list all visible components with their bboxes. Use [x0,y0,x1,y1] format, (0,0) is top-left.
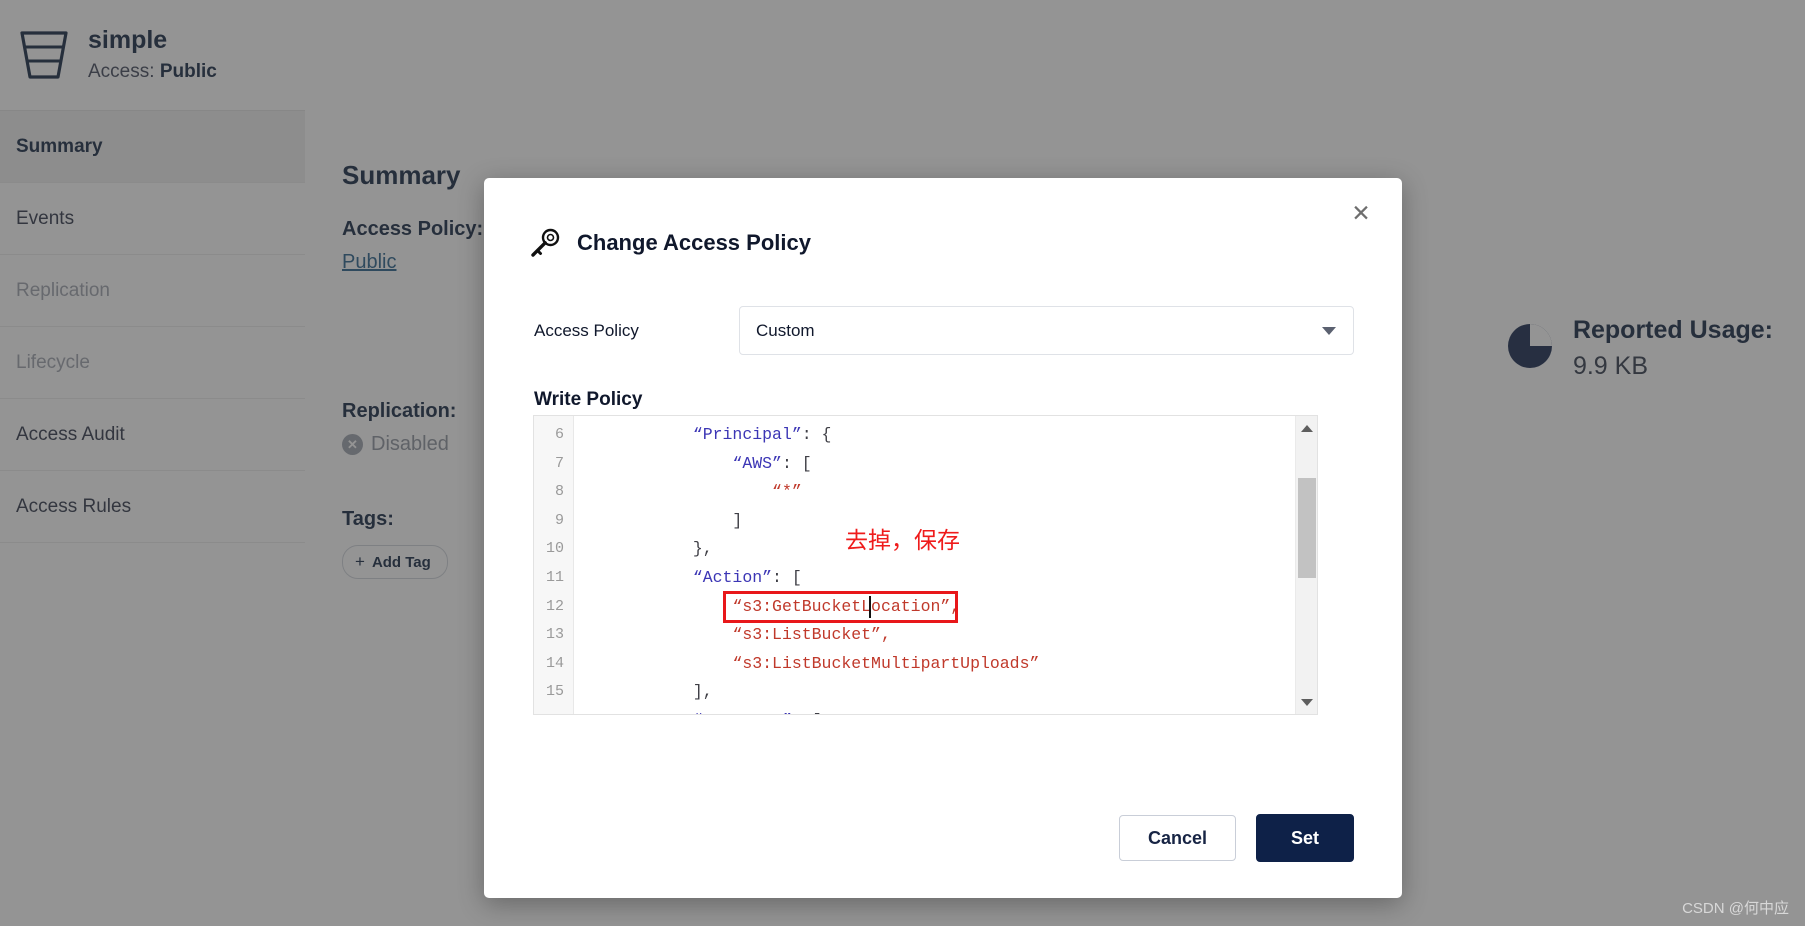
editor-line-number: 9 [554,511,564,529]
app-root: simple Access: Public Summary Events Rep… [0,0,1805,926]
policy-code-editor[interactable]: 6789101112131415161718 “Principal”: { “A… [533,415,1318,715]
scroll-down-arrow-icon[interactable] [1296,692,1317,712]
access-policy-field-label: Access Policy [534,320,639,340]
editor-line-number: 15 [545,683,564,701]
annotation-text: 去掉，保存 [845,527,960,553]
editor-line-number: 7 [554,454,564,472]
editor-code-line: “s3:GetBucketLocation”, [732,596,961,616]
editor-line-number: 10 [545,540,564,558]
editor-code-line: “Resource”: [ [574,707,1317,714]
editor-line-numbers: 6789101112131415161718 [534,416,574,714]
chevron-down-icon [1322,326,1336,335]
editor-code-line: “s3:ListBucketMultipartUploads” [732,653,1040,673]
editor-code-line: “Principal”: { [692,425,832,444]
dialog-header: Change Access Policy [530,228,811,258]
editor-line-number: 13 [545,626,564,644]
close-icon[interactable]: ✕ [1346,198,1376,228]
key-icon [531,228,560,257]
editor-code-line: “Action”: [ [692,567,802,587]
editor-code-area[interactable]: “Principal”: { “AWS”: [ “*” ] }, “Action… [574,416,1317,714]
editor-line-number: 6 [554,426,564,443]
editor-scrollbar[interactable] [1295,416,1317,714]
editor-code-line: ], [574,682,713,702]
editor-code-line: “s3:ListBucket”, [732,625,891,645]
access-policy-select-value: Custom [756,320,815,340]
dialog-actions: Cancel Set [1118,814,1354,862]
editor-line-number: 8 [554,483,564,501]
watermark: CSDN @何中应 [1682,900,1789,917]
editor-line-number: 11 [545,568,564,586]
access-policy-select[interactable]: Custom [739,306,1354,355]
editor-code-line: “*” [772,482,802,502]
scroll-up-arrow-icon[interactable] [1296,418,1317,438]
set-button[interactable]: Set [1255,814,1354,862]
scrollbar-thumb[interactable] [1298,478,1316,578]
write-policy-label: Write Policy [534,389,643,410]
dialog-title: Change Access Policy [577,230,811,255]
text-cursor [869,596,871,618]
editor-line-number: 12 [545,597,564,615]
editor-line-number: 14 [545,654,564,672]
access-policy-field-row: Access Policy Custom [534,306,1354,355]
cancel-button[interactable]: Cancel [1118,815,1236,861]
editor-line-number: 16 [534,707,573,714]
editor-code-line: “AWS”: [ [732,453,812,473]
